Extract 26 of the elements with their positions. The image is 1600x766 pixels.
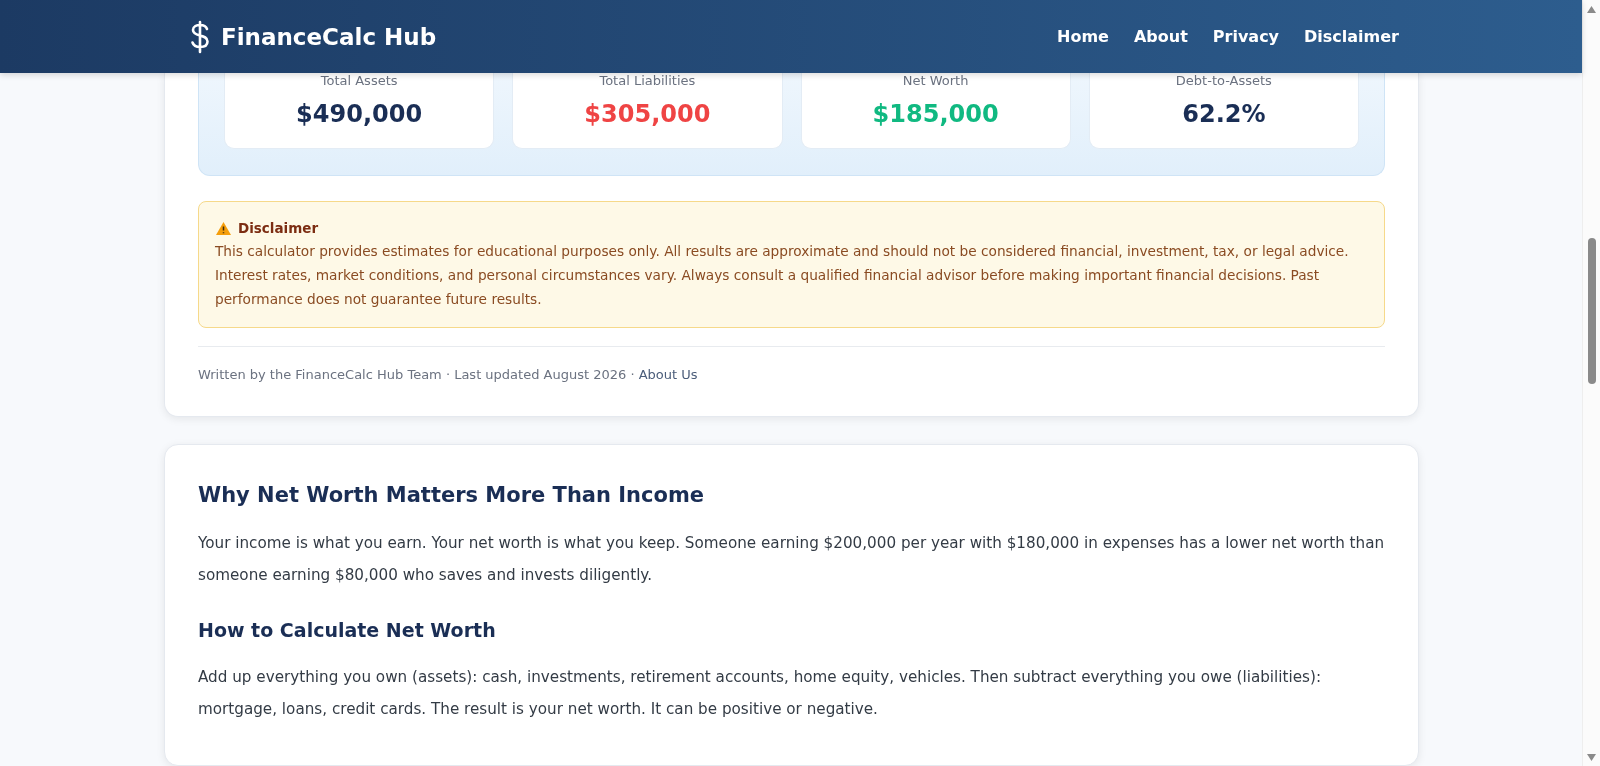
stat-value: 62.2% xyxy=(1182,100,1266,128)
stat-label: Total Liabilities xyxy=(599,73,696,88)
disclaimer-text: This calculator provides estimates for educational purposes only. All results are approximate and should not be considered financial, investment, tax, or legal advice. Interest rates, market conditions, and personal circumstances vary. Always consult a qualified financial advisor before making important financial decisions. Past performance does not guarantee future results. xyxy=(215,242,1350,309)
disclaimer-title: Disclaimer xyxy=(238,220,319,236)
nav-link[interactable]: About xyxy=(1133,27,1188,46)
stat-label: Net Worth xyxy=(902,73,969,88)
nav-link[interactable]: Disclaimer xyxy=(1304,27,1399,46)
scroll-up-icon[interactable] xyxy=(1587,6,1596,13)
scroll-down-icon[interactable] xyxy=(1587,754,1596,761)
stat-value: $490,000 xyxy=(296,100,423,128)
stat-label: Debt-to-Assets xyxy=(1175,73,1272,88)
warning-icon xyxy=(215,220,232,236)
stat-value: $185,000 xyxy=(872,100,999,128)
stat-label: Total Assets xyxy=(320,73,398,88)
stat-value: $305,000 xyxy=(584,100,711,128)
about-link[interactable]: About Us xyxy=(638,367,698,382)
site-logo[interactable]: FinanceCalc Hub xyxy=(221,23,437,50)
byline-text: Written by the FinanceCalc Hub Team · Last updated August 2026 · About Us xyxy=(198,367,699,382)
section-paragraph: Add up everything you own (assets): cash, investments, retirement accounts, home equity, vehicles. Then subtract everything you owe (liabilities): mortgage, loans, credit cards. The result is your net worth. It can be positive or negative. xyxy=(198,667,1322,720)
nav-link[interactable]: Home xyxy=(1057,27,1109,46)
scrollbar-thumb[interactable] xyxy=(1587,238,1596,384)
dollar-icon xyxy=(189,19,211,54)
section-heading: How to Calculate Net Worth xyxy=(198,619,497,641)
section-paragraph: Your income is what you earn. Your net worth is what you keep. Someone earning $200,000 per year with $180,000 in expenses has a lower net worth than someone earning $80,000 who saves and invests diligently. xyxy=(198,533,1385,586)
nav-link[interactable]: Privacy xyxy=(1212,27,1280,46)
section-heading: Why Net Worth Matters More Than Income xyxy=(198,483,706,507)
